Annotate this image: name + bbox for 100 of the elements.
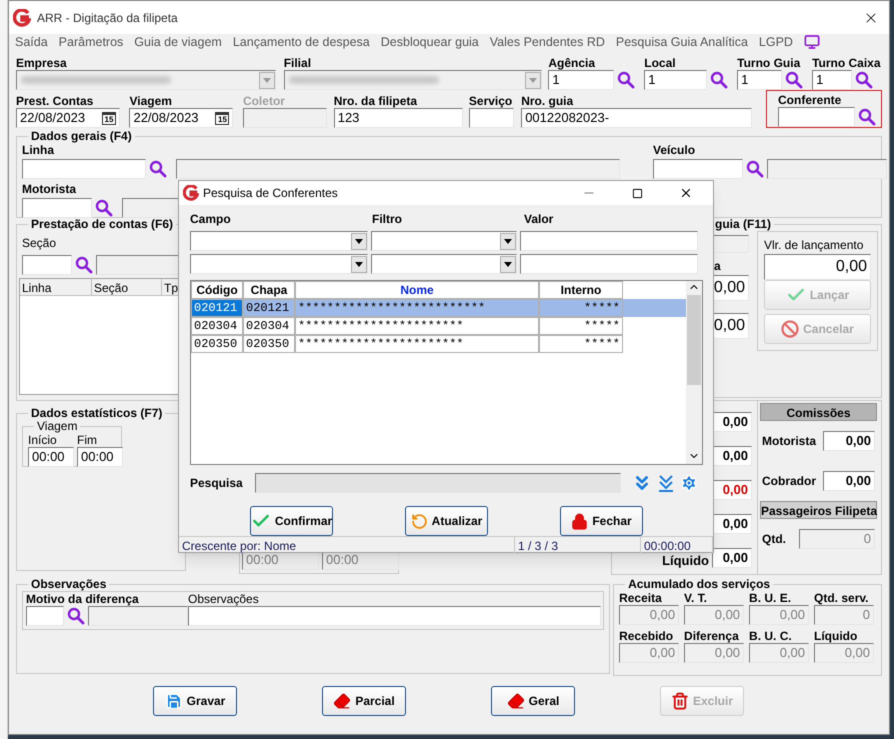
field-label: Início (28, 433, 57, 447)
column-header[interactable]: Nome (295, 281, 539, 299)
grid-cell: ***** (539, 317, 623, 335)
field-label: Filial (284, 56, 312, 70)
field-label: Prest. Contas (16, 94, 94, 108)
field-label: Receita (619, 591, 662, 605)
field-label: Conferente (778, 93, 842, 107)
field-label: Seção (22, 236, 56, 250)
text-field[interactable]: 0,00 (712, 412, 752, 432)
text-field[interactable]: 0,00 (823, 431, 875, 451)
field-label: Veículo (653, 143, 696, 157)
field-label: Líquido (814, 629, 858, 643)
menu-item[interactable]: Guia de viagem (134, 32, 222, 52)
field-label: Viagem (129, 94, 172, 108)
text-field[interactable]: 0,00 (712, 548, 752, 568)
field-label: Qtd. serv. (814, 591, 868, 605)
group-title: Dados gerais (F4) (30, 130, 133, 143)
menu-item[interactable]: Parâmetros (58, 32, 124, 52)
field-label: Qtd. (762, 532, 786, 546)
grid-cell: 020304 (191, 317, 243, 335)
field-label: Linha (22, 143, 54, 157)
menu-item[interactable]: Saída (15, 32, 48, 52)
menu-item[interactable]: LGPD (758, 32, 793, 52)
column-header[interactable]: Código (191, 281, 243, 299)
text-field[interactable]: 1 (737, 70, 782, 90)
menu-item[interactable]: Vales Pendentes RD (490, 32, 605, 52)
grid-cell: *********************** (295, 317, 539, 335)
group-title: Observações (30, 578, 108, 591)
text-field[interactable]: 1 (548, 70, 614, 90)
field-label: B. U. C. (749, 629, 792, 643)
field-label: Nro. guia (521, 94, 574, 108)
grid-cell: 020350 (191, 335, 243, 353)
calendar-icon[interactable]: 15 (102, 112, 116, 124)
field-label: Campo (190, 211, 232, 228)
text-field[interactable]: 0,00 (711, 275, 749, 301)
field-label: Fim (77, 433, 97, 447)
field-label: B. U. E. (749, 591, 792, 605)
grid-cell: ***** (539, 335, 623, 353)
column-header[interactable]: Interno (539, 281, 623, 299)
text-field[interactable]: 00122082023- (521, 108, 752, 128)
column-header[interactable]: Chapa (243, 281, 295, 299)
field-label: Turno Guia (737, 56, 800, 70)
action-button[interactable]: Confirmar (250, 506, 333, 536)
status-text: Crescente por: Nome (179, 537, 515, 553)
field-label: Filtro (372, 211, 403, 228)
action-button[interactable]: Fechar (560, 506, 643, 536)
text-field[interactable]: 0,00 (712, 446, 752, 466)
field-label: a (714, 258, 721, 275)
window-title: ARR - Digitação da filipeta (37, 10, 178, 26)
text-field[interactable]: 0,00 (712, 514, 752, 534)
grid-row[interactable]: 020121 020121 ************************** ***** (191, 299, 686, 317)
grid-cell: 020304 (243, 317, 295, 335)
grid-cell: 020121 (243, 299, 295, 317)
panel-header: Passageiros Filipeta (760, 501, 877, 519)
field-label: Empresa (16, 56, 67, 70)
grid-cell: ************************** (295, 299, 539, 317)
field-label: Valor (524, 211, 554, 228)
field-label: Observações (188, 592, 259, 606)
text-field[interactable]: 00:00 (28, 447, 74, 467)
text-field[interactable]: 00:00 (77, 447, 123, 467)
text-field[interactable]: 0,00 (823, 471, 875, 491)
action-button[interactable]: Geral (491, 686, 575, 716)
action-button[interactable]: Parcial (322, 686, 406, 716)
group-title: Prestação de contas (F6) (30, 218, 174, 231)
field-label: Vlr. de lançamento (764, 238, 864, 252)
grid-cell: 020121 (191, 299, 243, 317)
text-field[interactable]: 0,00 (712, 480, 752, 500)
panel-header: Comissões (760, 403, 877, 421)
text-field[interactable]: 123 (334, 108, 463, 128)
field-label: Agência (548, 56, 596, 70)
text-field[interactable]: 1 (644, 70, 708, 90)
column-header[interactable]: Linha (20, 279, 92, 295)
field-label: Pesquisa (190, 475, 244, 492)
grid-cell: ***** (539, 299, 623, 317)
field-label: Motivo da diferença (26, 592, 139, 606)
field-label: Líquido (662, 554, 709, 568)
grid-cell: *********************** (295, 335, 539, 353)
group-title: Acumulado dos serviços (627, 578, 772, 591)
calendar-icon[interactable]: 15 (215, 112, 230, 124)
text-field[interactable]: 0,00 (711, 313, 749, 339)
action-button[interactable]: Gravar (153, 686, 237, 716)
text-field[interactable]: 0,00 (764, 254, 871, 280)
text-field[interactable]: 1 (812, 70, 852, 90)
date-field[interactable]: 22/08/2023 15 (16, 108, 120, 128)
field-label: Local (644, 56, 676, 70)
group-title: Dados estatísticos (F7) (30, 407, 164, 420)
group-title: guia (F11) (714, 218, 772, 231)
field-label: Coletor (242, 94, 285, 108)
group-title: Viagem (36, 420, 78, 433)
menu-item[interactable]: Pesquisa Guia Analítica (616, 32, 748, 52)
dialog-title: Pesquisa de Conferentes (203, 185, 338, 202)
field-label: V. T. (684, 591, 707, 605)
column-header[interactable]: Seção (92, 279, 162, 295)
field-label: Diferença (684, 629, 739, 643)
status-text: 00:00:00 (641, 537, 713, 553)
action-button[interactable]: Atualizar (405, 506, 488, 536)
date-field[interactable]: 22/08/2023 15 (129, 108, 234, 128)
field-label: Serviço (468, 94, 512, 108)
menu-item[interactable]: Lançamento de despesa (232, 32, 370, 52)
menu-item[interactable]: Desbloquear guia (380, 32, 479, 52)
